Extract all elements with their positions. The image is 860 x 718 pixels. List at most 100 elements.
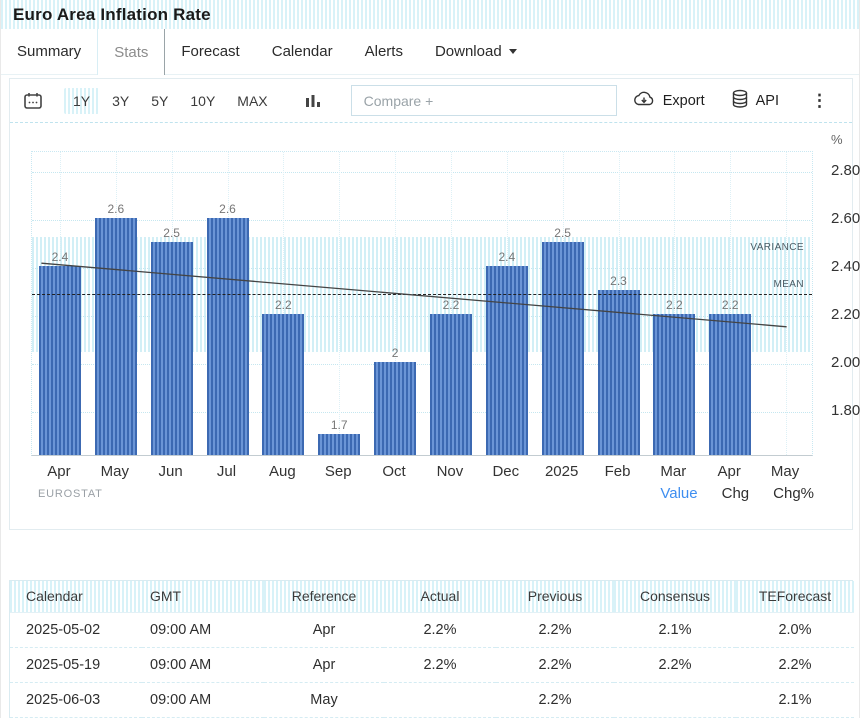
series-link-value[interactable]: Value: [660, 485, 697, 502]
table-cell: 2.2%: [614, 647, 736, 682]
vertical-gridline: [786, 152, 787, 455]
bar-value-label: 2: [375, 346, 415, 360]
bar-value-label: 2.5: [152, 226, 192, 240]
export-button[interactable]: Export: [632, 90, 705, 112]
api-label: API: [756, 93, 779, 109]
export-label: Export: [663, 93, 705, 109]
x-tick-label-jun: Jun: [143, 463, 199, 480]
column-header-actual: Actual: [384, 581, 496, 612]
title-bar: Euro Area Inflation Rate: [1, 0, 859, 29]
range-button-max[interactable]: MAX: [228, 88, 276, 114]
bar-jul[interactable]: [207, 218, 249, 455]
column-chart-icon[interactable]: [305, 92, 321, 110]
range-button-1y[interactable]: 1Y: [64, 88, 99, 114]
chart-region: % 2.42.62.52.62.21.722.22.42.52.32.22.2V…: [10, 123, 852, 529]
table-cell: Apr: [264, 612, 384, 647]
vertical-gridline: [339, 152, 340, 455]
table-cell: May: [264, 682, 384, 717]
table-cell: 2.2%: [496, 612, 614, 647]
bar-nov[interactable]: [430, 314, 472, 455]
tab-forecast[interactable]: Forecast: [165, 29, 255, 74]
compare-input[interactable]: [351, 85, 617, 116]
bar-mar[interactable]: [653, 314, 695, 455]
x-tick-label-may: May: [87, 463, 143, 480]
tab-alerts[interactable]: Alerts: [349, 29, 419, 74]
tab-label: Forecast: [181, 43, 239, 60]
page-title: Euro Area Inflation Rate: [13, 5, 211, 25]
x-tick-label-dec: Dec: [478, 463, 534, 480]
api-button[interactable]: API: [731, 89, 779, 113]
bar-feb[interactable]: [598, 290, 640, 455]
table-cell: Apr: [264, 647, 384, 682]
table-cell: 2.0%: [736, 612, 854, 647]
calendar-table-panel: CalendarGMTReferenceActualPreviousConsen…: [9, 580, 853, 718]
bar-may[interactable]: [95, 218, 137, 455]
table-cell: [384, 682, 496, 717]
table-row[interactable]: 2025-06-0309:00 AMMay 2.2% 2.1%: [10, 682, 854, 717]
bar-2025[interactable]: [542, 242, 584, 455]
x-tick-label-aug: Aug: [254, 463, 310, 480]
x-tick-label-may: May: [757, 463, 813, 480]
table-cell: 2.1%: [614, 612, 736, 647]
range-selector: 1Y3Y5Y10YMAX: [64, 88, 277, 114]
x-tick-label-apr: Apr: [701, 463, 757, 480]
y-tick-label: 2.00: [821, 354, 860, 371]
mean-line: [32, 294, 812, 295]
bar-value-label: 2.6: [208, 202, 248, 216]
column-header-gmt: GMT: [142, 581, 264, 612]
x-tick-label-mar: Mar: [645, 463, 701, 480]
kebab-menu-icon[interactable]: ⋮: [805, 91, 834, 111]
database-icon: [731, 89, 749, 113]
x-tick-label-oct: Oct: [366, 463, 422, 480]
table-cell: 09:00 AM: [142, 647, 264, 682]
chart-footer: EUROSTAT Value Chg Chg%: [10, 485, 852, 502]
calendar-icon[interactable]: [22, 90, 44, 112]
table-cell: 2025-06-03: [10, 682, 142, 717]
table-cell: [614, 682, 736, 717]
tab-label: Stats: [114, 44, 148, 61]
gridline: [32, 220, 812, 221]
column-header-reference: Reference: [264, 581, 384, 612]
column-header-calendar: Calendar: [10, 581, 142, 612]
table-cell: 2.2%: [384, 612, 496, 647]
range-button-5y[interactable]: 5Y: [142, 88, 177, 114]
table-cell: 2.2%: [384, 647, 496, 682]
bar-apr[interactable]: [709, 314, 751, 455]
range-button-3y[interactable]: 3Y: [103, 88, 138, 114]
bar-value-label: 2.2: [263, 298, 303, 312]
chart-toolbar: 1Y3Y5Y10YMAX: [10, 79, 852, 123]
tab-label: Summary: [17, 43, 81, 60]
x-tick-label-jul: Jul: [199, 463, 255, 480]
mean-label: MEAN: [774, 279, 805, 290]
source-label: EUROSTAT: [38, 488, 103, 500]
table-header-row: CalendarGMTReferenceActualPreviousConsen…: [10, 581, 854, 612]
tab-calendar[interactable]: Calendar: [256, 29, 349, 74]
table-cell: 09:00 AM: [142, 682, 264, 717]
series-link-chgpct[interactable]: Chg%: [773, 485, 814, 502]
tab-label: Alerts: [365, 43, 403, 60]
table-cell: 2025-05-19: [10, 647, 142, 682]
table-cell: 2.1%: [736, 682, 854, 717]
table-cell: 2.2%: [496, 682, 614, 717]
bar-jun[interactable]: [151, 242, 193, 455]
bar-value-label: 2.4: [487, 250, 527, 264]
table-row[interactable]: 2025-05-1909:00 AMApr2.2%2.2%2.2%2.2%: [10, 647, 854, 682]
series-link-chg[interactable]: Chg: [722, 485, 750, 502]
table-cell: 2025-05-02: [10, 612, 142, 647]
range-button-10y[interactable]: 10Y: [181, 88, 224, 114]
table-row[interactable]: 2025-05-0209:00 AMApr2.2%2.2%2.1%2.0%: [10, 612, 854, 647]
bar-value-label: 2.3: [599, 274, 639, 288]
bar-aug[interactable]: [262, 314, 304, 455]
y-tick-label: 2.80: [821, 162, 860, 179]
tab-download[interactable]: Download: [419, 29, 533, 74]
bar-value-label: 2.4: [40, 250, 80, 264]
chevron-down-icon: [509, 49, 517, 54]
y-tick-label: 2.60: [821, 210, 860, 227]
bar-sep[interactable]: [318, 434, 360, 455]
bar-value-label: 1.7: [319, 418, 359, 432]
cloud-download-icon: [632, 90, 656, 112]
tab-stats[interactable]: Stats: [97, 29, 165, 75]
tab-summary[interactable]: Summary: [1, 29, 97, 74]
bar-oct[interactable]: [374, 362, 416, 455]
bar-value-label: 2.2: [710, 298, 750, 312]
